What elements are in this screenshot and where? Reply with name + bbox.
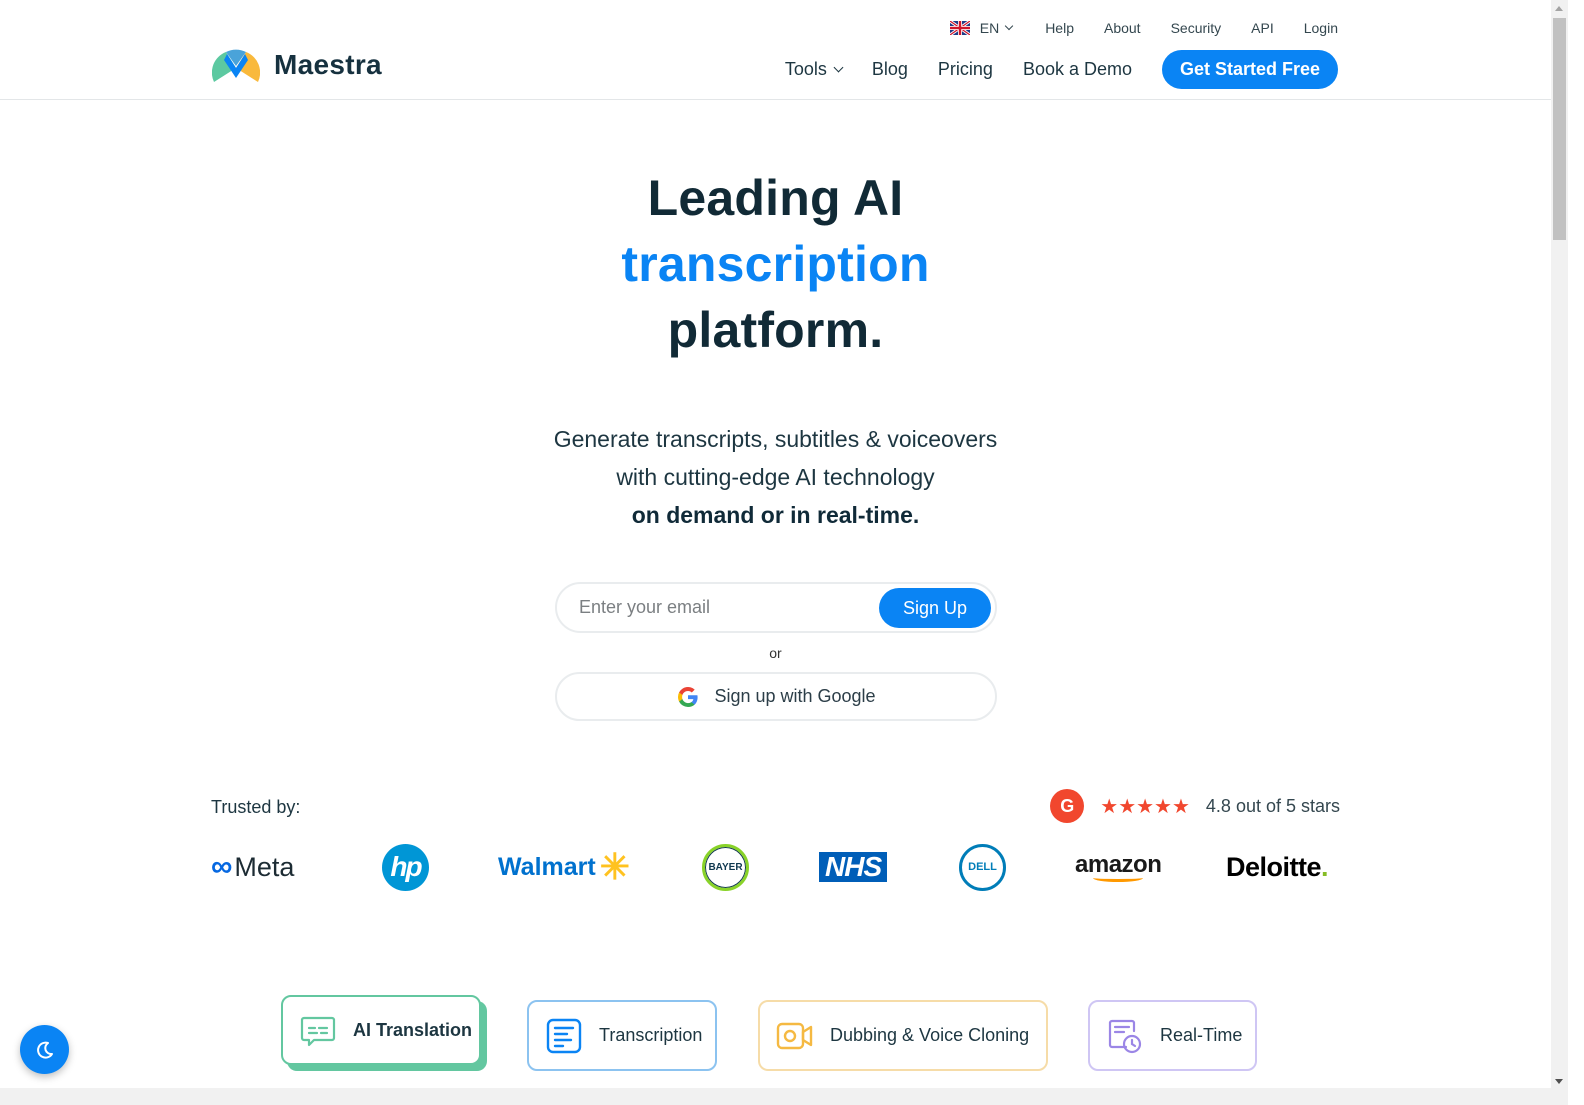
- meta-logo: ∞ Meta: [211, 838, 294, 896]
- nav-about-link[interactable]: About: [1104, 20, 1141, 36]
- meta-logo-text: Meta: [234, 851, 295, 882]
- trusted-by-label: Trusted by:: [211, 797, 301, 817]
- sign-up-button[interactable]: Sign Up: [879, 588, 991, 628]
- bayer-logo: BAYER: [702, 838, 749, 896]
- page: Maestra EN Help About Security API Login…: [0, 0, 1551, 1088]
- google-signup-button[interactable]: Sign up with Google: [555, 672, 997, 721]
- nav-pricing-link[interactable]: Pricing: [938, 59, 993, 80]
- feature-tab-real-time[interactable]: Real-Time: [1088, 1000, 1257, 1071]
- walmart-logo: Walmart ✳: [498, 838, 630, 896]
- maestra-logo-icon: [212, 49, 260, 82]
- customer-logos: ∞ Meta hp Walmart ✳ BAYER NHS DELL amazo…: [211, 838, 1340, 896]
- amazon-smile-icon: [1093, 874, 1144, 882]
- hp-logo: hp: [382, 838, 429, 896]
- nav-book-demo-link[interactable]: Book a Demo: [1023, 59, 1132, 80]
- google-signup-label: Sign up with Google: [714, 686, 876, 706]
- nhs-logo: NHS: [819, 838, 888, 896]
- language-selector[interactable]: EN: [949, 20, 1014, 36]
- nav-login-link[interactable]: Login: [1304, 20, 1338, 36]
- site-header: Maestra EN Help About Security API Login…: [0, 0, 1551, 100]
- rating-stars-icon: ★★★★★: [1100, 795, 1190, 818]
- scrollbar-thumb[interactable]: [1553, 18, 1566, 240]
- feature-tab-dubbing[interactable]: Dubbing & Voice Cloning: [758, 1000, 1048, 1071]
- deloitte-logo-text: Deloitte: [1226, 851, 1322, 882]
- bayer-cross-mark: BAYER: [702, 843, 749, 891]
- meta-infinity-icon: ∞: [211, 850, 233, 883]
- document-clock-icon: [1108, 1019, 1142, 1053]
- scroll-down-arrow-icon[interactable]: [1555, 1079, 1563, 1084]
- or-divider-text: or: [769, 645, 782, 661]
- dark-mode-toggle[interactable]: [20, 1025, 69, 1074]
- deloitte-logo: Deloitte.: [1226, 838, 1329, 896]
- hp-logo-mark: hp: [382, 843, 429, 891]
- nhs-logo-mark: NHS: [819, 852, 888, 882]
- top-utility-nav: EN Help About Security API Login: [949, 20, 1338, 36]
- document-lines-icon: [546, 1018, 582, 1053]
- dell-logo-mark: DELL: [959, 843, 1006, 891]
- hero-subtitle-emphasis: on demand or in real-time.: [631, 502, 920, 528]
- g2-rating[interactable]: G ★★★★★ 4.8 out of 5 stars: [1050, 789, 1340, 823]
- hero-title-accent: transcription: [621, 236, 930, 292]
- vertical-scrollbar[interactable]: [1551, 0, 1568, 1088]
- nav-blog-link[interactable]: Blog: [872, 59, 908, 80]
- email-signup-form: Sign Up: [555, 582, 997, 633]
- hero-title: Leading AI transcription platform.: [0, 165, 1551, 363]
- nav-api-link[interactable]: API: [1251, 20, 1274, 36]
- dell-logo: DELL: [959, 838, 1006, 896]
- rating-text: 4.8 out of 5 stars: [1205, 795, 1340, 816]
- brand-logo[interactable]: Maestra: [212, 46, 382, 84]
- get-started-free-button[interactable]: Get Started Free: [1162, 50, 1338, 89]
- hero-title-line-3: platform.: [667, 302, 884, 358]
- nav-tools-dropdown[interactable]: Tools: [784, 59, 844, 80]
- amazon-logo-text: amazon: [1075, 850, 1162, 878]
- feature-tab-ai-translation[interactable]: AI Translation: [281, 995, 481, 1065]
- brand-name: Maestra: [274, 49, 382, 80]
- language-code: EN: [979, 20, 1000, 36]
- email-input[interactable]: [579, 597, 879, 618]
- nav-security-link[interactable]: Security: [1171, 20, 1222, 36]
- feature-tab-label: Dubbing & Voice Cloning: [830, 1025, 1030, 1045]
- chat-subtitle-icon: [300, 1016, 336, 1047]
- chevron-down-icon: [1004, 21, 1014, 31]
- bottom-window-edge: [0, 1088, 1584, 1105]
- feature-tab-label: AI Translation: [353, 1019, 473, 1040]
- feature-tab-label: Transcription: [599, 1025, 703, 1045]
- video-camera-icon: [776, 1022, 813, 1049]
- hero-subtitle: Generate transcripts, subtitles & voiceo…: [0, 420, 1551, 534]
- amazon-logo: amazon: [1075, 838, 1162, 896]
- right-window-edge: [1568, 0, 1584, 1105]
- walmart-spark-icon: ✳: [599, 846, 630, 887]
- g2-logo-icon: G: [1050, 789, 1085, 823]
- google-icon: [678, 686, 699, 707]
- nav-help-link[interactable]: Help: [1045, 20, 1074, 36]
- uk-flag-icon: [949, 21, 970, 35]
- nav-tools-label: Tools: [784, 59, 827, 79]
- main-nav: Tools Blog Pricing Book a Demo Get Start…: [785, 50, 1338, 89]
- hero-title-line-1: Leading AI: [647, 170, 904, 226]
- feature-tab-transcription[interactable]: Transcription: [527, 1000, 717, 1071]
- hero-subtitle-line-1: Generate transcripts, subtitles & voiceo…: [553, 426, 998, 452]
- chevron-down-icon: [833, 62, 844, 73]
- deloitte-dot-icon: .: [1321, 851, 1329, 882]
- scroll-up-arrow-icon[interactable]: [1555, 6, 1563, 11]
- hero-subtitle-line-2: with cutting-edge AI technology: [616, 464, 935, 490]
- feature-tab-label: Real-Time: [1160, 1025, 1243, 1045]
- walmart-logo-text: Walmart: [498, 852, 596, 881]
- moon-icon: [36, 1041, 53, 1059]
